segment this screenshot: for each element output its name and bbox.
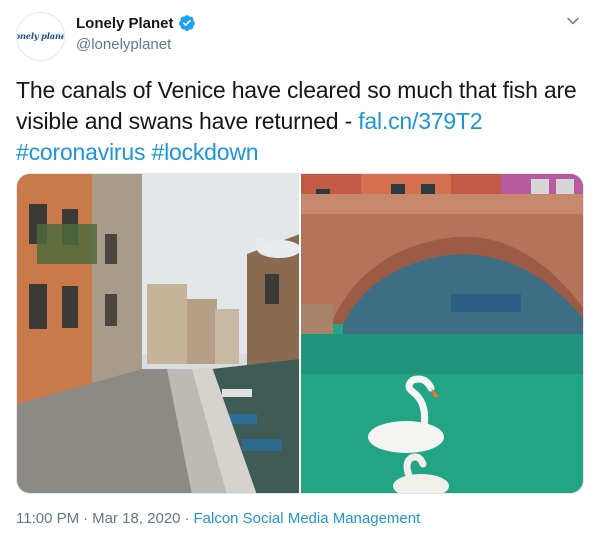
hashtag-lockdown[interactable]: #lockdown	[151, 139, 258, 165]
photo-venice-walkway[interactable]	[17, 174, 299, 493]
chevron-down-icon[interactable]	[566, 14, 580, 28]
display-name[interactable]: Lonely Planet	[76, 15, 174, 32]
handle[interactable]: @lonelyplanet	[76, 36, 171, 53]
tweet-meta: 11:00 PM · Mar 18, 2020 · Falcon Social …	[16, 510, 420, 527]
tweet-date[interactable]: Mar 18, 2020	[92, 510, 180, 527]
verified-badge-icon	[178, 15, 195, 31]
photo-venice-swans[interactable]	[301, 174, 583, 493]
meta-separator-2: ·	[184, 510, 190, 527]
swans-illustration	[301, 174, 583, 493]
walkway-illustration	[17, 174, 299, 493]
tweet-text: The canals of Venice have cleared so muc…	[16, 75, 586, 168]
tweet-card: lonely planet Lonely Planet @lonelyplane…	[0, 0, 600, 536]
meta-separator: ·	[83, 510, 89, 527]
media-gallery	[16, 173, 584, 494]
hashtag-coronavirus[interactable]: #coronavirus	[16, 139, 145, 165]
author-name-row[interactable]: Lonely Planet	[76, 14, 196, 32]
tweet-source-link[interactable]: Falcon Social Media Management	[193, 510, 420, 527]
avatar[interactable]: lonely planet	[16, 12, 65, 61]
tweet-body: The canals of Venice have cleared so muc…	[16, 77, 577, 134]
lonely-planet-logo: lonely planet	[17, 31, 64, 42]
tweet-link[interactable]: fal.cn/379T2	[358, 108, 482, 134]
tweet-time[interactable]: 11:00 PM	[16, 510, 79, 527]
